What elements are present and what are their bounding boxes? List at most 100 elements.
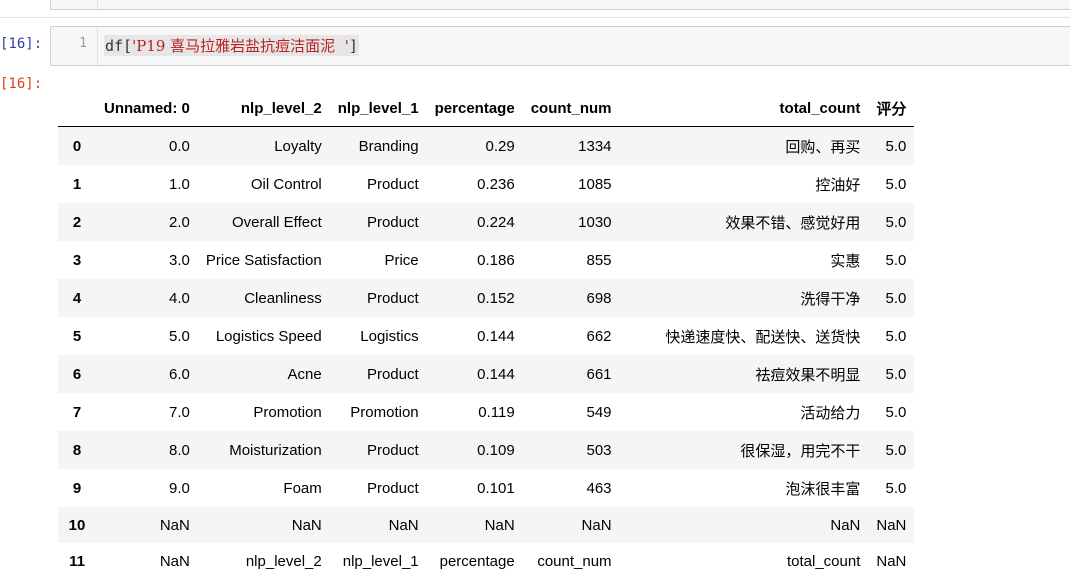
cell-unnamed-0: 5.0 <box>169 327 190 345</box>
cell-nlp-level-2: Logistics Speed <box>215 327 322 345</box>
cell-nlp-level-1: Product <box>366 365 419 383</box>
cell-total-count: 效果不错、感觉好用 <box>725 214 861 232</box>
header-nlp-level-1: nlp_level_1 <box>329 90 427 127</box>
cell-percentage: 0.144 <box>477 365 515 383</box>
cell-count-num: NaN <box>581 516 612 534</box>
cell-unnamed-0: 0.0 <box>169 137 190 155</box>
cell-percentage: percentage <box>439 552 515 570</box>
row-index: 3 <box>72 251 82 269</box>
header-index <box>58 90 96 127</box>
line-number: 1 <box>79 36 87 51</box>
cell-nlp-level-1: Product <box>366 175 419 193</box>
code-string: 'P19 喜马拉雅岩盐抗痘洁面泥 ' <box>132 37 349 55</box>
cell-nlp-level-1: Product <box>366 441 419 459</box>
cell-nlp-level-2: Loyalty <box>274 137 322 155</box>
cell-percentage: 0.224 <box>477 213 515 231</box>
cell-unnamed-0: 1.0 <box>169 175 190 193</box>
cell-unnamed-0: NaN <box>159 516 190 534</box>
cell-nlp-level-2: Foam <box>283 479 322 497</box>
cell-nlp-level-2: Cleanliness <box>244 289 322 307</box>
code-cell-input[interactable]: 1 df['P19 喜马拉雅岩盐抗痘洁面泥 '] <box>50 26 1070 66</box>
input-prompt: [16]: <box>0 36 43 52</box>
header-count-num: count_num <box>522 90 620 127</box>
cell-unnamed-0: 8.0 <box>169 441 190 459</box>
cell-percentage: 0.186 <box>477 251 515 269</box>
cell-unnamed-0: 3.0 <box>169 251 190 269</box>
row-index: 2 <box>72 213 82 231</box>
row-index: 0 <box>72 137 82 155</box>
cell-percentage: 0.101 <box>477 479 515 497</box>
table-row: 3 3.0 Price Satisfaction Price 0.186 855 实惠 5.0 <box>58 241 914 279</box>
row-index: 9 <box>72 479 82 497</box>
cell-rating: 5.0 <box>885 175 907 193</box>
cell-rating: 5.0 <box>885 327 907 345</box>
header-total-count: total_count <box>619 90 869 127</box>
cell-rating: 5.0 <box>885 441 907 459</box>
cell-rating: 5.0 <box>885 289 907 307</box>
row-index: 7 <box>72 403 82 421</box>
cell-nlp-level-1: Product <box>366 289 419 307</box>
row-index: 4 <box>72 289 82 307</box>
header-percentage: percentage <box>426 90 523 127</box>
cell-nlp-level-1: Logistics <box>360 327 419 345</box>
table-row: 2 2.0 Overall Effect Product 0.224 1030 效果不错、感… <box>58 203 915 241</box>
cell-nlp-level-1: Branding <box>358 137 419 155</box>
code-line[interactable]: df['P19 喜马拉雅岩盐抗痘洁面泥 '] <box>104 35 359 56</box>
row-index: 11 <box>69 552 85 570</box>
table-row: 5 5.0 Logistics Speed Logistics 0.144 662 快递速度… <box>58 317 914 355</box>
cell-rating: NaN <box>876 552 907 570</box>
table-row: 0 0.0 Loyalty Branding 0.29 1334 回购、再买 5.0 <box>58 126 915 165</box>
cell-total-count: total_count <box>786 552 861 570</box>
cell-count-num: count_num <box>537 552 612 570</box>
table-row: 9 9.0 Foam Product 0.101 463 泡沫很丰富 5.0 <box>58 469 914 507</box>
cell-unnamed-0: 2.0 <box>169 213 190 231</box>
cell-total-count: 祛痘效果不明显 <box>755 366 861 384</box>
cell-total-count: 回购、再买 <box>785 138 861 156</box>
cell-percentage: 0.152 <box>477 289 515 307</box>
cell-count-num: 698 <box>586 289 612 307</box>
table-row: 1 1.0 Oil Control Product 0.236 1085 控油好 5.0 <box>58 165 914 203</box>
cell-nlp-level-1: Promotion <box>350 403 419 421</box>
code-suffix: ] <box>348 37 358 55</box>
cell-rating: 5.0 <box>885 251 907 269</box>
cell-count-num: 503 <box>586 441 612 459</box>
cell-rating: 5.0 <box>885 137 907 155</box>
row-index: 6 <box>72 365 82 383</box>
cell-total-count: NaN <box>830 516 861 534</box>
cell-total-count: 泡沫很丰富 <box>785 480 861 498</box>
row-index: 5 <box>72 327 82 345</box>
cell-rating: 5.0 <box>885 403 907 421</box>
cell-nlp-level-2: Promotion <box>253 403 322 421</box>
cell-count-num: 662 <box>586 327 612 345</box>
cell-count-num: 1334 <box>578 137 612 155</box>
cell-percentage: 0.119 <box>478 403 515 421</box>
cell-count-num: 855 <box>586 251 612 269</box>
previous-cell-gutter <box>97 0 98 9</box>
cell-total-count: 实惠 <box>830 252 861 270</box>
cell-percentage: 0.29 <box>485 137 515 155</box>
cell-nlp-level-2: Oil Control <box>250 175 322 193</box>
header-rating: 评分 <box>868 90 915 127</box>
code-prefix: df[ <box>105 37 133 55</box>
cell-nlp-level-1: Product <box>366 213 419 231</box>
cell-rating: 5.0 <box>885 479 907 497</box>
cell-total-count: 快递速度快、配送快、送货快 <box>665 328 861 346</box>
cell-nlp-level-1: Price <box>384 251 419 269</box>
cell-unnamed-0: 9.0 <box>169 479 190 497</box>
cell-separator <box>0 17 1070 18</box>
cell-nlp-level-2: NaN <box>291 516 322 534</box>
header-nlp-level-2: nlp_level_2 <box>197 90 330 127</box>
table-row: 6 6.0 Acne Product 0.144 661 祛痘效果不明显 5.0 <box>58 355 915 393</box>
table-row: 10 NaN NaN NaN NaN NaN NaN NaN <box>58 507 915 543</box>
dataframe-output: Unnamed: 0 nlp_level_2 nlp_level_1 perce… <box>58 90 915 579</box>
cell-unnamed-0: 4.0 <box>169 289 190 307</box>
cell-rating: 5.0 <box>885 213 907 231</box>
table-row: 7 7.0 Promotion Promotion 0.119 549 活动给力 5.0 <box>58 393 914 431</box>
row-index: 1 <box>72 175 82 193</box>
previous-code-cell[interactable] <box>50 0 1070 10</box>
row-index: 8 <box>72 441 82 459</box>
cell-count-num: 463 <box>586 479 612 497</box>
cell-unnamed-0: 6.0 <box>169 365 190 383</box>
table-row: 11 NaN nlp_level_2 nlp_level_1 percentage cou… <box>58 543 914 579</box>
table-row: 8 8.0 Moisturization Product 0.109 503 很保湿，用完不… <box>58 431 915 469</box>
